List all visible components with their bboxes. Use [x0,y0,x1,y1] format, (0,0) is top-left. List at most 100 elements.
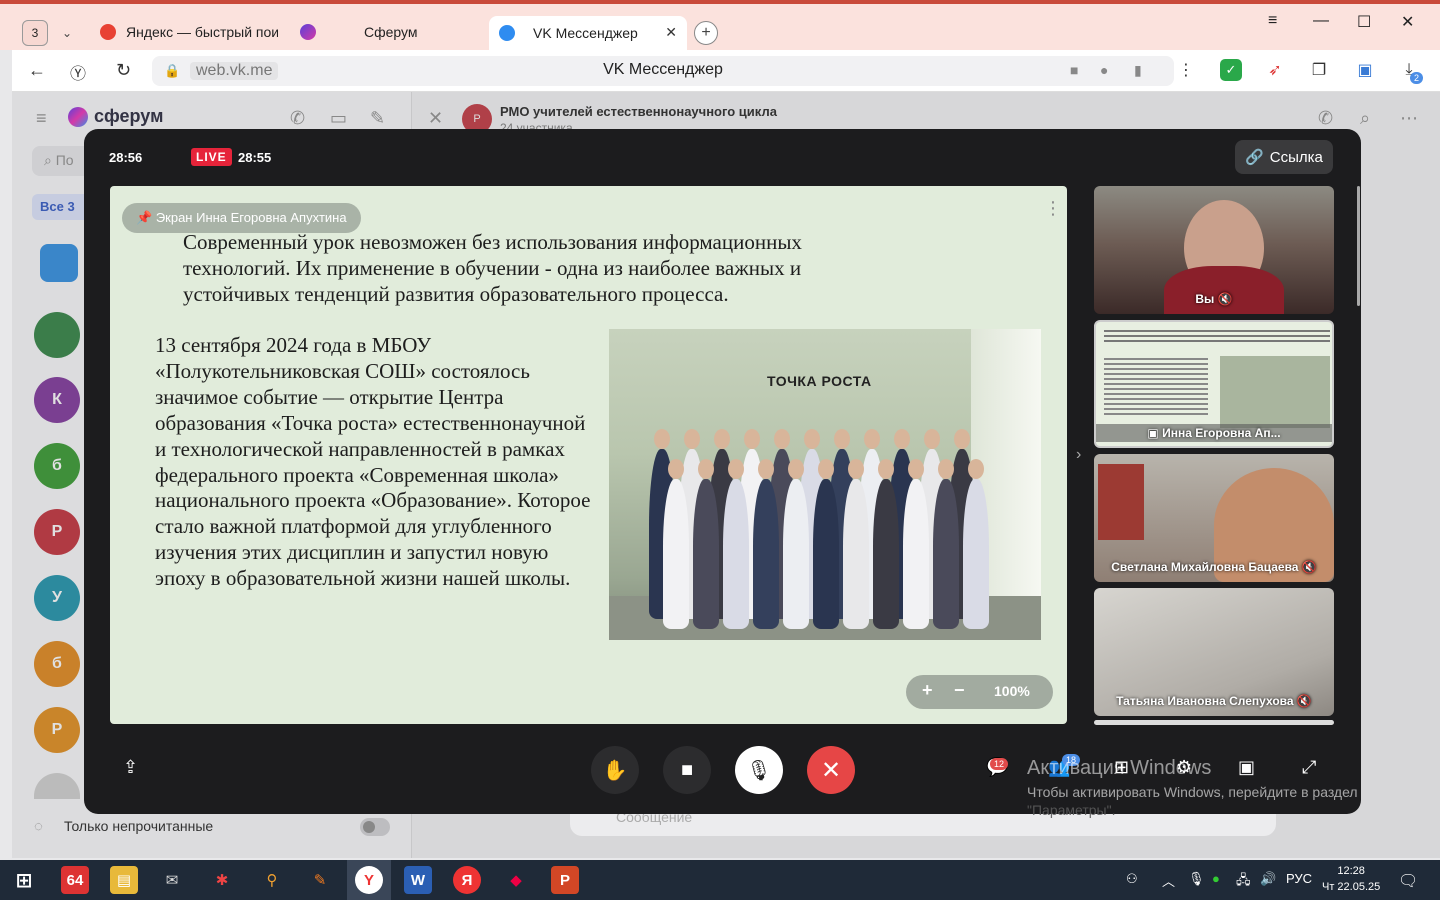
tab-yandex[interactable]: Яндекс — быстрый поиск [90,16,282,48]
mic-permission-icon[interactable]: ● [1100,62,1108,78]
language-indicator[interactable]: РУС [1286,871,1312,886]
search-icon[interactable]: ⌕ [1360,108,1370,129]
yandex-browser-icon[interactable]: Y [355,866,383,894]
protect-shield-icon[interactable]: ✓ [1220,59,1242,81]
search-app-icon[interactable]: ⚲ [258,866,286,894]
image-extension-icon[interactable]: ▣ [1354,59,1376,81]
contact-avatar[interactable]: б [34,641,80,687]
contact-avatar[interactable]: У [34,575,80,621]
copy-link-button[interactable]: 🔗 Ссылка [1235,140,1333,174]
zoom-out-icon[interactable]: − [954,680,965,701]
compose-icon[interactable]: ✎ [370,108,385,129]
contact-avatar[interactable]: Р [34,707,80,753]
photo-person-head [818,459,834,479]
participant-tile-self[interactable]: Вы 🔇 [1094,186,1334,314]
network-tray-icon[interactable]: 🖧 [1236,871,1251,893]
yandex-icon[interactable]: Я [453,866,481,894]
camera-button[interactable]: ■ [663,746,711,794]
bookmark-icon[interactable]: ▮ [1134,62,1142,79]
tab-sferum[interactable]: Сферум [290,16,486,48]
mic-tray-icon[interactable]: 🎙 [1188,871,1205,887]
contact-avatar[interactable] [34,312,80,358]
tab-counter-button[interactable]: 3 [22,20,48,46]
maximize-icon[interactable]: ☐ [1357,12,1371,32]
camera-permission-icon[interactable]: ■ [1070,62,1078,78]
more-icon[interactable]: ⋯ [1400,108,1418,129]
sferum-favicon-icon [300,24,316,40]
photo-person-head [744,429,760,449]
taskbar-app-icon[interactable]: ✱ [208,866,236,894]
call-icon[interactable]: ✆ [1318,108,1333,129]
taskbar-clock[interactable]: 12:28 Чт 22.05.25 [1322,863,1380,895]
only-unread-toggle[interactable] [360,818,390,836]
yandex-home-icon[interactable]: Ⓨ [70,60,86,84]
windows-activation-text: Чтобы активировать Windows, перейдите в … [1027,784,1358,800]
taskbar-app-icon[interactable]: ✉ [158,866,186,894]
photo-person [903,479,929,629]
photo-person-head [804,429,820,449]
powerpoint-icon[interactable]: P [551,866,579,894]
pip-icon[interactable]: ▣ [1238,757,1255,778]
reload-icon[interactable]: ↻ [116,60,131,81]
taskbar-app-64[interactable]: 64 [61,866,89,894]
filter-all-label: Все [40,199,64,214]
end-call-button[interactable]: ✕ [807,746,855,794]
archive-icon[interactable]: ▭ [330,108,347,129]
participant-tile-screen[interactable]: ▣ Инна Егоровна Ап... [1094,320,1334,448]
contact-avatar[interactable]: Р [34,509,80,555]
word-icon[interactable]: W [404,866,432,894]
live-badge: LIVE [191,148,232,166]
hamburger-icon[interactable]: ≡ [36,108,47,129]
raise-hand-button[interactable]: ✋ [591,746,639,794]
more-options-icon[interactable]: ⋮ [1178,60,1194,80]
participant-tile-partial[interactable] [1094,720,1334,725]
photo-person-head [758,459,774,479]
minimize-icon[interactable]: — [1313,12,1329,30]
show-hidden-icon[interactable]: ︿ [1162,871,1175,890]
new-tab-button[interactable]: + [694,21,718,45]
brand-text: сферум [94,106,164,126]
antivirus-tray-icon[interactable]: ● [1212,871,1220,886]
url-field[interactable]: 🔒 web.vk.me VK Мессенджер ■ ● ▮ [152,56,1174,86]
slide-intro-text: Современный урок невозможен без использо… [183,230,802,306]
participant-tile[interactable]: Татьяна Ивановна Слепухова 🔇 [1094,588,1334,716]
filter-all-tab[interactable]: Все 3 [32,194,92,220]
contact-avatar[interactable]: К [34,377,80,423]
sferum-chat-avatar[interactable] [40,244,78,282]
tab-close-icon[interactable]: ✕ [665,24,677,41]
volume-tray-icon[interactable]: 🔊 [1260,871,1276,887]
start-windows-icon[interactable]: ⊞ [10,866,38,894]
link-icon: 🔗 [1245,149,1264,166]
screen-owner-badge: 📌 Экран Инна Егоровна Апухтина [122,203,361,233]
user-tray-icon[interactable]: ⚇ [1126,871,1138,887]
photo-person [813,479,839,629]
notifications-icon[interactable]: 🗨 [1398,871,1418,891]
close-window-icon[interactable]: ✕ [1401,12,1414,32]
zoom-in-icon[interactable]: + [922,680,933,701]
tabs-dropdown-icon[interactable]: ⌄ [54,20,80,46]
participant-tile[interactable]: Светлана Михайловна Бацаева 🔇 [1094,454,1334,582]
chat-search-input[interactable]: ⌕ По [32,146,92,176]
fullscreen-icon[interactable]: ⤢ [1302,757,1316,778]
photo-person-head [668,459,684,479]
taskbar-app-icon[interactable]: ✎ [306,866,334,894]
photo-person [753,479,779,629]
rocket-extension-icon[interactable]: ➶ [1264,59,1286,81]
browser-menu-icon[interactable]: ≡ [1268,12,1277,30]
contact-avatar[interactable]: б [34,443,80,489]
close-chat-icon[interactable]: ✕ [428,108,443,129]
windows-activation-text2: "Параметры". [1027,802,1116,818]
new-call-icon[interactable]: ✆ [290,108,305,129]
mute-mic-button[interactable]: 🎙 [735,746,783,794]
taskbar-app-icon[interactable]: ◆ [502,866,530,894]
back-arrow-icon[interactable]: ← [28,60,46,81]
collapse-tiles-icon[interactable]: › [1076,446,1081,464]
photo-person-head [774,429,790,449]
chat-title[interactable]: РМО учителей естественнонаучного цикла [500,104,777,119]
screen-menu-icon[interactable]: ⋮ [1044,198,1062,219]
tiles-scrollbar[interactable] [1357,186,1360,306]
share-screen-icon[interactable]: ⇪ [123,757,138,778]
tab-vk-messenger[interactable]: VK Мессенджер ✕ [489,16,687,50]
collections-icon[interactable]: ❐ [1308,59,1330,81]
file-explorer-icon[interactable]: ▤ [110,866,138,894]
